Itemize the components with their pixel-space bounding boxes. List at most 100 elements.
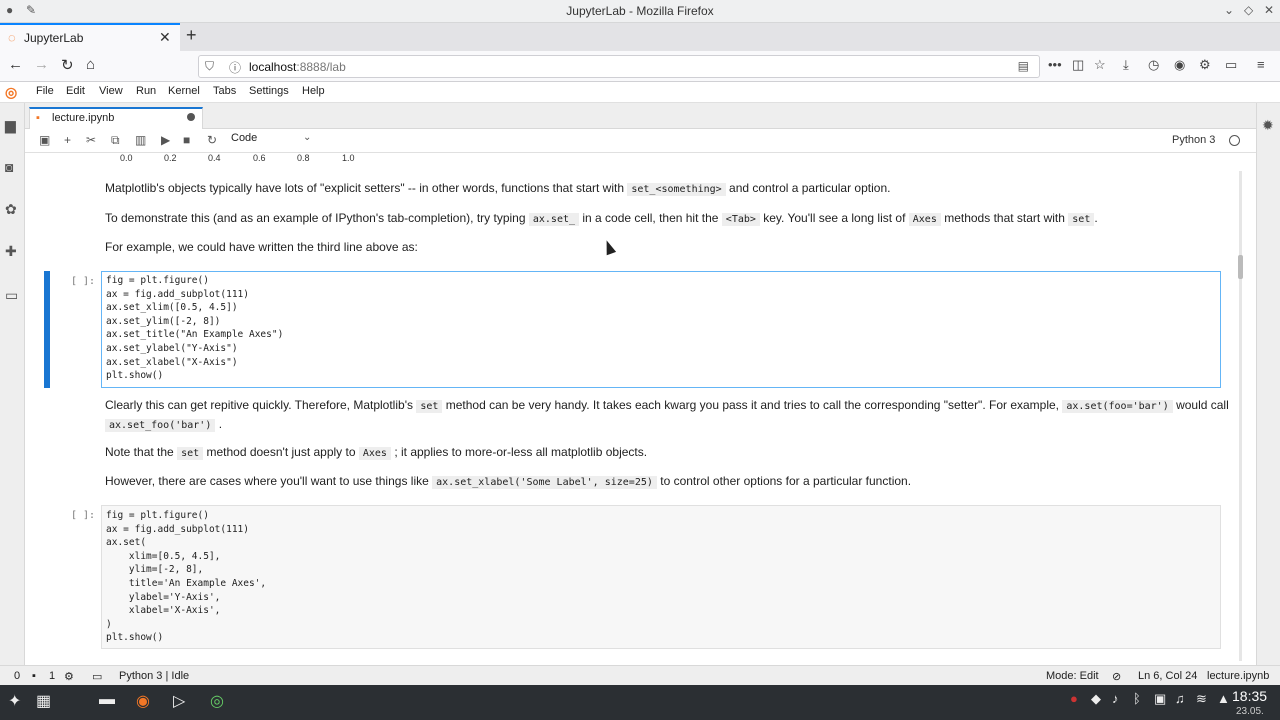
axis-tick: 0.4 bbox=[208, 153, 221, 163]
menu-file[interactable]: File bbox=[36, 85, 54, 97]
scrollbar-thumb[interactable] bbox=[1238, 255, 1243, 279]
page-actions-icon[interactable]: ••• bbox=[1048, 57, 1062, 72]
app-launcher-icon[interactable]: ✦ bbox=[8, 691, 21, 715]
forward-icon[interactable]: → bbox=[34, 56, 49, 73]
kernel-name[interactable]: Python 3 bbox=[1172, 134, 1215, 146]
menu-tabs[interactable]: Tabs bbox=[213, 85, 236, 97]
browser-tabstrip: ◌ JupyterLab ✕ + bbox=[0, 23, 1280, 51]
browser-tab[interactable]: ◌ JupyterLab ✕ bbox=[0, 23, 180, 51]
menu-settings[interactable]: Settings bbox=[249, 85, 289, 97]
close-window-icon[interactable]: ✕ bbox=[1264, 3, 1274, 17]
code-line: plt.show() bbox=[106, 370, 164, 381]
file-manager-icon[interactable]: ▬ bbox=[99, 691, 115, 715]
unsaved-dot-icon[interactable] bbox=[187, 113, 195, 121]
tracking-shield-icon[interactable]: ⛉ bbox=[205, 59, 214, 74]
debugger-icon[interactable]: ✹ bbox=[1262, 117, 1274, 134]
firefox-icon[interactable]: ◉ bbox=[136, 691, 150, 715]
clock-date[interactable]: 23.05. bbox=[1236, 706, 1264, 717]
markdown-paragraph: Matplotlib's objects typically have lots… bbox=[105, 181, 890, 196]
kernel-status[interactable]: Python 3 | Idle bbox=[119, 670, 189, 682]
cell-type-value: Code bbox=[231, 132, 258, 144]
site-info-icon[interactable]: ⓘ bbox=[229, 59, 241, 76]
menu-run[interactable]: Run bbox=[136, 85, 156, 97]
code-cell-editor[interactable]: fig = plt.figure() ax = fig.add_subplot(… bbox=[101, 271, 1221, 388]
pocket-icon[interactable]: ◫ bbox=[1072, 57, 1084, 73]
window-title: JupyterLab - Mozilla Firefox bbox=[566, 4, 714, 18]
code-line: ax.set( bbox=[106, 537, 147, 548]
property-inspector-icon[interactable]: ✚ bbox=[5, 243, 17, 260]
restart-icon[interactable]: ↻ bbox=[207, 133, 217, 147]
tray-badge-icon[interactable]: ◆ bbox=[1091, 691, 1101, 715]
reader-view-icon[interactable]: ▤ bbox=[1018, 59, 1029, 73]
bluetooth-icon[interactable]: ᛒ bbox=[1133, 691, 1141, 715]
wifi-icon[interactable]: ≋ bbox=[1196, 691, 1207, 715]
file-browser-icon[interactable]: ▆ bbox=[5, 117, 16, 134]
back-icon[interactable]: ← bbox=[8, 56, 23, 73]
terminal-icon[interactable]: ▪ bbox=[32, 670, 36, 682]
axis-tick: 0.6 bbox=[253, 153, 266, 163]
terminals-count[interactable]: 0 bbox=[14, 670, 20, 682]
workspace-icon[interactable]: ▦ bbox=[36, 691, 51, 715]
notebook-tab[interactable]: ▪ lecture.ipynb bbox=[29, 107, 203, 129]
code-cell-editor[interactable]: fig = plt.figure() ax = fig.add_subplot(… bbox=[101, 505, 1221, 649]
microphone-icon[interactable]: ♫ bbox=[1175, 691, 1185, 715]
steam-icon[interactable]: ◎ bbox=[210, 691, 224, 715]
home-icon[interactable]: ⌂ bbox=[86, 56, 95, 73]
save-icon[interactable]: ▣ bbox=[39, 133, 50, 147]
code-line: ax.set_ylim([-2, 8]) bbox=[106, 316, 221, 327]
history-icon[interactable]: ◷ bbox=[1148, 57, 1159, 73]
close-tab-icon[interactable]: ✕ bbox=[159, 29, 171, 46]
menu-kernel[interactable]: Kernel bbox=[168, 85, 200, 97]
md-inline-code: set_<something> bbox=[627, 183, 726, 196]
reload-icon[interactable]: ↻ bbox=[61, 56, 74, 74]
running-kernels-icon[interactable]: ◙ bbox=[5, 159, 13, 175]
downloads-icon[interactable]: ⤓ bbox=[1123, 57, 1129, 73]
minimize-icon[interactable]: ⌄ bbox=[1224, 3, 1234, 17]
code-line: title='An Example Axes', bbox=[106, 578, 267, 589]
chevron-down-icon: ⌄ bbox=[303, 132, 312, 143]
url-bar[interactable]: ⛉ ⓘ localhost:8888/lab ▤ bbox=[198, 55, 1040, 78]
menu-help[interactable]: Help bbox=[302, 85, 325, 97]
notebook-scrollbar[interactable] bbox=[1235, 167, 1245, 663]
kernel-status-icon bbox=[1229, 135, 1240, 146]
volume-icon[interactable]: ♪ bbox=[1112, 691, 1119, 715]
extensions-gear-icon[interactable]: ⚙ bbox=[1199, 57, 1211, 73]
axis-tick: 0.0 bbox=[120, 153, 133, 163]
account-icon[interactable]: ◉ bbox=[1174, 57, 1185, 73]
menu-view[interactable]: View bbox=[99, 85, 123, 97]
sidebar-toggle-icon[interactable]: ▭ bbox=[1225, 57, 1237, 73]
maximize-icon[interactable]: ◇ bbox=[1244, 3, 1253, 17]
hamburger-menu-icon[interactable]: ≡ bbox=[1257, 57, 1265, 72]
md-text: Matplotlib's objects typically have lots… bbox=[105, 181, 625, 195]
menu-edit[interactable]: Edit bbox=[66, 85, 85, 97]
run-icon[interactable]: ▶ bbox=[161, 133, 170, 147]
copy-icon[interactable]: ⧉ bbox=[111, 133, 120, 148]
terminal-app-icon[interactable]: ▷ bbox=[173, 691, 185, 715]
markdown-paragraph: However, there are cases where you'll wa… bbox=[105, 474, 911, 489]
md-text: Note that the bbox=[105, 445, 174, 459]
kernel-sessions-icon[interactable]: ⚙ bbox=[64, 670, 74, 683]
tray-expand-icon[interactable]: ▲ bbox=[1217, 691, 1230, 715]
cursor-position[interactable]: Ln 6, Col 24 bbox=[1138, 670, 1197, 682]
cell-type-select[interactable]: Code ⌄ bbox=[231, 132, 311, 144]
command-palette-icon[interactable]: ✿ bbox=[5, 201, 17, 218]
insert-cell-icon[interactable]: + bbox=[64, 133, 71, 147]
url-host: localhost bbox=[249, 60, 297, 74]
kernels-count[interactable]: 1 bbox=[49, 670, 55, 682]
tray-record-icon[interactable]: ● bbox=[1070, 691, 1078, 715]
paste-icon[interactable]: ▥ bbox=[135, 133, 146, 147]
md-inline-code: <Tab> bbox=[721, 213, 760, 226]
open-tabs-icon[interactable]: ▭ bbox=[5, 287, 18, 304]
new-tab-icon[interactable]: + bbox=[186, 25, 197, 46]
md-text: method can be very handy. It takes each … bbox=[445, 398, 1060, 412]
md-text: key. You'll see a long list of bbox=[763, 211, 906, 225]
md-text: However, there are cases where you'll wa… bbox=[105, 474, 429, 488]
scrollbar-track[interactable] bbox=[1239, 171, 1242, 661]
md-text: would call bbox=[1176, 398, 1229, 412]
cell-prompt: [ ]: bbox=[71, 276, 96, 287]
bookmark-star-icon[interactable]: ☆ bbox=[1094, 57, 1106, 73]
cut-icon[interactable]: ✂ bbox=[86, 133, 96, 147]
stop-icon[interactable]: ■ bbox=[183, 133, 190, 147]
clipboard-icon[interactable]: ▣ bbox=[1154, 691, 1166, 715]
clock-time[interactable]: 18:35 bbox=[1232, 688, 1267, 704]
